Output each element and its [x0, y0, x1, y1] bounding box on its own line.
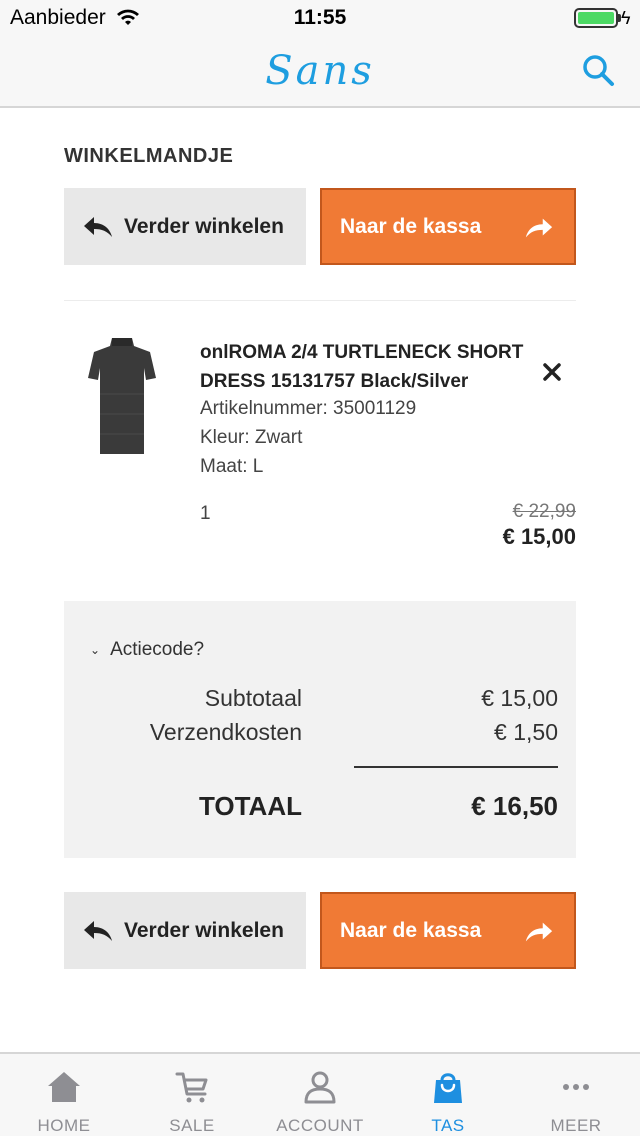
shipping-label: Verzendkosten [149, 719, 302, 745]
sale-price: € 15,00 [502, 524, 576, 549]
tab-label: ACCOUNT [276, 1116, 364, 1135]
order-summary: ⌄ Actiecode? Subtotaal € 15,00 Verzendko… [64, 601, 576, 858]
item-quantity[interactable]: 1 [200, 503, 211, 525]
tab-home[interactable]: HOME [0, 1054, 128, 1136]
more-icon [563, 1084, 589, 1090]
subtotal-label: Subtotaal [204, 685, 302, 711]
tab-label: SALE [169, 1116, 215, 1135]
product-size: Maat: L [200, 456, 264, 477]
article-number: Artikelnummer: 35001129 [200, 398, 417, 419]
battery-icon [574, 8, 618, 28]
shipping-value: € 1,50 [494, 719, 558, 745]
home-icon [48, 1072, 80, 1102]
continue-shopping-button[interactable]: Verder winkelen [64, 188, 306, 265]
forward-arrow-icon [525, 218, 553, 238]
status-bar: Aanbieder 11:55 ϟ [0, 0, 640, 40]
continue-shopping-button-bottom[interactable]: Verder winkelen [64, 892, 306, 969]
forward-arrow-icon [525, 922, 553, 942]
tab-label: HOME [37, 1116, 91, 1135]
continue-shopping-label: Verder winkelen [124, 214, 284, 238]
checkout-label: Naar de kassa [340, 214, 482, 238]
tab-sale[interactable]: SALE [128, 1054, 256, 1136]
total-divider [354, 766, 558, 768]
back-arrow-icon [84, 920, 112, 941]
divider [64, 300, 576, 301]
user-icon [304, 1071, 336, 1104]
product-name[interactable]: onlROMA 2/4 TURTLENECK SHORT DRESS 15131… [200, 338, 550, 396]
search-icon[interactable] [580, 52, 616, 88]
checkout-button-bottom[interactable]: Naar de kassa [320, 892, 576, 969]
bag-icon [434, 1073, 462, 1103]
page-title: WINKELMANDJE [64, 145, 234, 167]
back-arrow-icon [84, 216, 112, 237]
promo-code-label: Actiecode? [110, 639, 205, 660]
product-color: Kleur: Zwart [200, 427, 303, 448]
chevron-down-icon: ⌄ [90, 643, 101, 657]
subtotal-value: € 15,00 [481, 685, 558, 711]
charging-icon: ϟ [621, 8, 631, 28]
total-value: € 16,50 [471, 791, 558, 821]
tab-bar: HOME SALE ACCOUNT TAS MEER [0, 1052, 640, 1136]
remove-item-icon[interactable] [540, 360, 564, 384]
tab-bag[interactable]: TAS [384, 1054, 512, 1136]
cart-icon [175, 1072, 208, 1103]
original-price: € 22,99 [512, 501, 576, 522]
checkout-label: Naar de kassa [340, 918, 482, 942]
tab-label: TAS [431, 1116, 465, 1135]
tab-more[interactable]: MEER [512, 1054, 640, 1136]
brand-logo[interactable]: Sans [0, 48, 640, 94]
tab-label: MEER [550, 1116, 602, 1135]
checkout-button[interactable]: Naar de kassa [320, 188, 576, 265]
tab-account[interactable]: ACCOUNT [256, 1054, 384, 1136]
total-label: TOTAAL [198, 791, 302, 821]
clock: 11:55 [293, 6, 347, 29]
continue-shopping-label: Verder winkelen [124, 918, 284, 942]
promo-code-toggle[interactable]: ⌄ Actiecode? [90, 639, 204, 661]
product-image[interactable] [84, 334, 160, 460]
app-header: Sans [0, 40, 640, 108]
